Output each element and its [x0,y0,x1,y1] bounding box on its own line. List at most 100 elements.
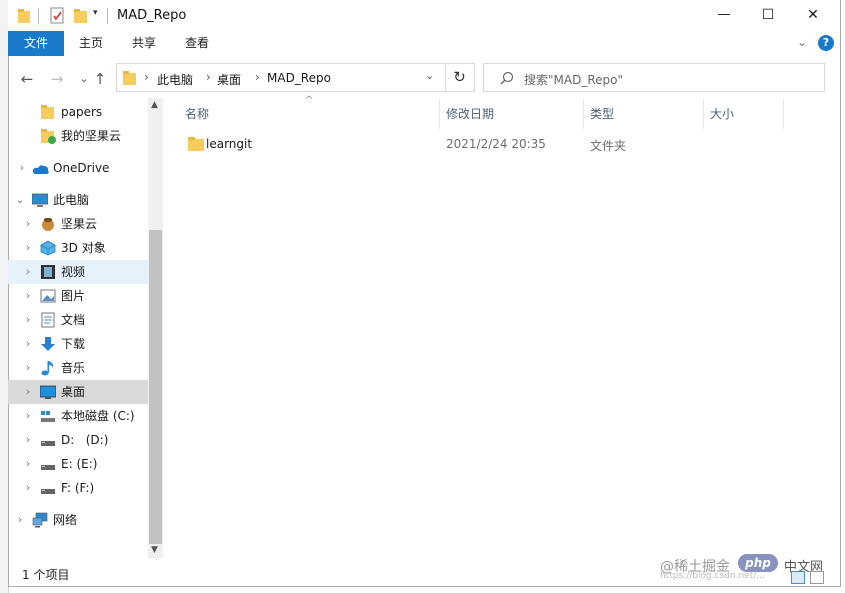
details-view-icon[interactable] [791,571,805,584]
column-divider[interactable] [439,99,440,129]
sidebar-item-my-nutstore[interactable]: 我的坚果云 [8,124,148,148]
watermark: @稀土掘金 php 中文网 https://blog.csdn.net/... [660,554,835,584]
chevron-right-icon[interactable]: › [22,332,34,356]
title-bar: ▾ MAD_Repo — ☐ ✕ [8,0,839,31]
search-icon [500,71,514,88]
close-button[interactable]: ✕ [798,4,828,26]
refresh-button[interactable]: ↻ [445,63,475,92]
ribbon-tabs: 文件 主页 共享 查看 ⌄ ? [8,31,839,56]
nutstore-icon [40,216,56,232]
help-icon[interactable]: ? [818,35,834,51]
sidebar-item-label: papers [61,105,103,119]
disk-c-icon [40,408,56,424]
sidebar-item-drive-f[interactable]: › F: (F:) [8,476,148,500]
sidebar-item-drive-d[interactable]: › D: (D:) [8,428,148,452]
address-dropdown-icon[interactable]: ⌄ [425,69,434,82]
chevron-right-icon[interactable]: › [22,236,34,260]
chevron-right-icon[interactable]: › [22,428,34,452]
sidebar-item-videos[interactable]: › 视频 [8,260,148,284]
properties-icon[interactable] [50,7,65,24]
search-placeholder: 搜索"MAD_Repo" [524,73,623,87]
sidebar-item-label: 音乐 [61,361,86,375]
navigation-bar: ← → ⌄ ↑ › 此电脑 › 桌面 › MAD_Repo ⌄ ↻ 搜索"MAD… [8,62,839,94]
scroll-down-arrow-icon[interactable]: ▼ [151,545,158,555]
table-row[interactable]: learngit 2021/2/24 20:35 文件夹 [172,132,792,156]
column-divider[interactable] [583,99,584,129]
sidebar-item-label: OneDrive [53,161,110,175]
sidebar-item-music[interactable]: › 音乐 [8,356,148,380]
nutstore-folder-icon [41,128,57,144]
music-icon [40,360,56,376]
navigation-scrollbar[interactable]: ▲ ▼ [148,98,163,558]
sidebar-item-documents[interactable]: › 文档 [8,308,148,332]
column-header-type[interactable]: 类型 [590,99,614,129]
sidebar-item-papers[interactable]: papers [8,100,148,124]
chevron-right-icon[interactable]: › [22,260,34,284]
sidebar-item-this-pc[interactable]: ⌄ 此电脑 [8,188,148,212]
chevron-right-icon[interactable]: › [22,284,34,308]
column-divider[interactable] [783,99,784,129]
chevron-down-icon[interactable]: ⌄ [14,188,26,212]
sidebar-item-pictures[interactable]: › 图片 [8,284,148,308]
chevron-right-icon[interactable]: › [22,452,34,476]
column-header-name[interactable]: 名称 [185,99,209,129]
sidebar-item-nutstore[interactable]: › 坚果云 [8,212,148,236]
breadcrumb-separator[interactable]: › [255,70,260,84]
sidebar-item-3d-objects[interactable]: › 3D 对象 [8,236,148,260]
tab-home[interactable]: 主页 [70,31,112,56]
chevron-right-icon[interactable]: › [14,508,26,532]
expand-ribbon-icon[interactable]: ⌄ [797,35,807,49]
chevron-right-icon[interactable]: › [22,380,34,404]
sidebar-item-label: 视频 [61,265,86,279]
breadcrumb-current[interactable]: MAD_Repo [267,71,331,85]
sidebar-item-downloads[interactable]: › 下载 [8,332,148,356]
up-button[interactable]: ↑ [91,70,109,88]
maximize-button[interactable]: ☐ [753,4,783,26]
tab-file[interactable]: 文件 [8,31,64,56]
chevron-right-icon[interactable]: › [22,476,34,500]
breadcrumb-separator[interactable]: › [206,70,211,84]
breadcrumb-separator[interactable]: › [144,70,149,84]
column-header-modified[interactable]: 修改日期 [446,99,494,129]
back-button[interactable]: ← [18,70,36,88]
sidebar-item-network[interactable]: › 网络 [8,508,148,532]
scrollbar-thumb[interactable] [149,230,162,544]
quick-folder-icon[interactable] [18,8,31,24]
minimize-button[interactable]: — [709,4,739,26]
sidebar-item-drive-e[interactable]: › E: (E:) [8,452,148,476]
column-divider[interactable] [703,99,704,129]
sidebar-item-label: 图片 [61,289,86,303]
chevron-right-icon[interactable]: › [22,356,34,380]
sidebar-item-label: D: (D:) [61,433,109,447]
chevron-right-icon[interactable]: › [16,156,28,180]
sidebar-item-label: 网络 [53,513,78,527]
large-icons-view-icon[interactable] [810,571,824,584]
breadcrumb-desktop[interactable]: 桌面 [217,71,241,88]
customize-quick-access-icon[interactable]: ▾ [93,8,98,18]
network-icon [32,512,48,528]
new-folder-icon[interactable] [74,8,89,24]
file-name: learngit [206,137,253,151]
search-box[interactable]: 搜索"MAD_Repo" [483,63,825,92]
sidebar-item-label: E: (E:) [61,457,98,471]
drive-icon [40,480,56,496]
address-bar[interactable]: › 此电脑 › 桌面 › MAD_Repo ⌄ [116,63,446,92]
folder-icon [41,104,57,120]
chevron-right-icon[interactable]: › [22,308,34,332]
chevron-right-icon[interactable]: › [22,212,34,236]
sidebar-item-label: 坚果云 [61,217,98,231]
scroll-up-arrow-icon[interactable]: ▲ [151,100,158,110]
column-header-size[interactable]: 大小 [710,99,734,129]
tab-share[interactable]: 共享 [123,31,165,56]
folder-icon [188,136,204,155]
sidebar-item-disk-c[interactable]: › 本地磁盘 (C:) [8,404,148,428]
video-icon [40,264,56,280]
chevron-right-icon[interactable]: › [22,404,34,428]
php-logo: php [738,554,778,572]
tab-view[interactable]: 查看 [176,31,218,56]
sidebar-item-onedrive[interactable]: › OneDrive [8,156,148,180]
sidebar-item-desktop[interactable]: › 桌面 [8,380,148,404]
breadcrumb-this-pc[interactable]: 此电脑 [157,71,193,88]
column-headers: ^ 名称 修改日期 类型 大小 [172,95,792,129]
forward-button[interactable]: → [48,70,66,88]
